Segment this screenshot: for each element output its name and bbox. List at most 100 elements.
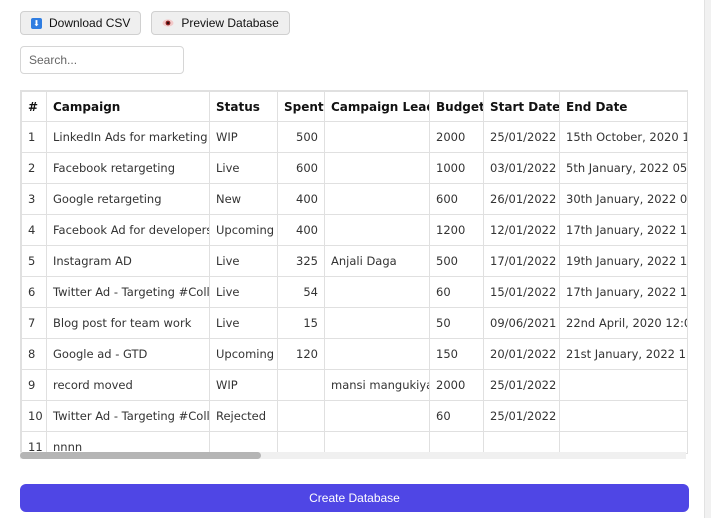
data-table-container[interactable]: # Campaign Status Spent Campaign Lead Bu… [20, 90, 688, 454]
table-row[interactable]: 2 Facebook retargeting Live 600 1000 03/01/20… [21, 152, 687, 184]
table-cell[interactable]: 120 [277, 338, 325, 370]
table-cell[interactable]: 19th January, 2022 12:C [559, 245, 687, 277]
table-row[interactable]: 8 Google ad - GTD Upcoming 120 150 20/01/2022… [21, 338, 687, 370]
table-cell[interactable]: Live [209, 307, 278, 339]
table-cell[interactable]: 1000 [429, 152, 484, 184]
create-database-button[interactable]: Create Database [20, 484, 689, 512]
table-cell[interactable]: 600 [429, 183, 484, 215]
column-header[interactable]: Spent [277, 91, 325, 122]
table-cell[interactable]: Instagram AD [46, 245, 210, 277]
table-row[interactable]: 11 nnnn [21, 431, 687, 453]
table-cell[interactable]: Twitter Ad - Targeting #Collat [46, 276, 210, 308]
table-cell[interactable]: 60 [429, 400, 484, 432]
table-cell[interactable]: 400 [277, 183, 325, 215]
table-cell[interactable]: Facebook Ad for developers [46, 214, 210, 246]
table-cell[interactable]: 15th October, 2020 12:( [559, 121, 687, 153]
table-row[interactable]: 6 Twitter Ad - Targeting #Collat Live 54 60 1… [21, 276, 687, 308]
table-cell[interactable]: 1200 [429, 214, 484, 246]
download-csv-button[interactable]: ⬇ Download CSV [20, 11, 142, 35]
table-cell[interactable]: 4 [21, 214, 47, 246]
table-cell[interactable] [559, 369, 687, 401]
table-cell[interactable]: 15/01/2022 [483, 276, 560, 308]
column-header[interactable]: End Date [559, 91, 687, 122]
column-header[interactable]: Campaign [46, 91, 210, 122]
table-cell[interactable] [324, 431, 430, 453]
table-cell[interactable]: 20/01/2022 [483, 338, 560, 370]
table-row[interactable]: 4 Facebook Ad for developers Upcoming 400 12… [21, 214, 687, 246]
table-cell[interactable]: 25/01/2022 [483, 121, 560, 153]
table-cell[interactable]: 17/01/2022 [483, 245, 560, 277]
column-header[interactable]: Start Date [483, 91, 560, 122]
table-cell[interactable]: 2000 [429, 369, 484, 401]
table-cell[interactable]: Twitter Ad - Targeting #Collat [46, 400, 210, 432]
table-cell[interactable] [277, 400, 325, 432]
table-cell[interactable]: 11 [21, 431, 47, 453]
table-cell[interactable]: Anjali Daga [324, 245, 430, 277]
table-cell[interactable] [559, 431, 687, 453]
table-cell[interactable]: 26/01/2022 [483, 183, 560, 215]
table-cell[interactable] [429, 431, 484, 453]
table-row[interactable]: 3 Google retargeting New 400 600 26/01/2022 30… [21, 183, 687, 215]
table-cell[interactable]: Rejected [209, 400, 278, 432]
table-cell[interactable] [324, 307, 430, 339]
column-header[interactable]: Budget [429, 91, 484, 122]
scrollbar-thumb[interactable] [20, 452, 261, 459]
table-cell[interactable] [324, 152, 430, 184]
table-cell[interactable] [559, 400, 687, 432]
table-cell[interactable]: 325 [277, 245, 325, 277]
table-cell[interactable]: 9 [21, 369, 47, 401]
table-cell[interactable]: Upcoming [209, 338, 278, 370]
table-row[interactable]: 1 LinkedIn Ads for marketing au WIP 500 2000… [21, 121, 687, 153]
table-cell[interactable]: 17th January, 2022 12:C [559, 276, 687, 308]
table-cell[interactable]: 03/01/2022 [483, 152, 560, 184]
table-cell[interactable]: 09/06/2021 [483, 307, 560, 339]
table-cell[interactable]: 22nd April, 2020 12:00 [559, 307, 687, 339]
table-cell[interactable]: 50 [429, 307, 484, 339]
table-cell[interactable]: 500 [429, 245, 484, 277]
table-cell[interactable]: 10 [21, 400, 47, 432]
table-cell[interactable]: Blog post for team work [46, 307, 210, 339]
table-cell[interactable] [277, 369, 325, 401]
table-cell[interactable] [277, 431, 325, 453]
table-cell[interactable]: Upcoming [209, 214, 278, 246]
column-header[interactable]: Campaign Lead [324, 91, 430, 122]
table-row[interactable]: 10 Twitter Ad - Targeting #Collat Rejected… [21, 400, 687, 432]
table-cell[interactable]: 12/01/2022 [483, 214, 560, 246]
table-cell[interactable]: Live [209, 245, 278, 277]
table-cell[interactable]: 3 [21, 183, 47, 215]
table-cell[interactable]: 2000 [429, 121, 484, 153]
table-cell[interactable]: 6 [21, 276, 47, 308]
table-cell[interactable]: 500 [277, 121, 325, 153]
table-cell[interactable]: Live [209, 276, 278, 308]
table-cell[interactable]: 1 [21, 121, 47, 153]
table-cell[interactable]: 5 [21, 245, 47, 277]
table-cell[interactable]: 5th January, 2022 05:0 [559, 152, 687, 184]
table-cell[interactable]: Live [209, 152, 278, 184]
table-cell[interactable]: 30th January, 2022 01: [559, 183, 687, 215]
table-cell[interactable]: Google ad - GTD [46, 338, 210, 370]
table-cell[interactable]: nnnn [46, 431, 210, 453]
table-cell[interactable]: WIP [209, 121, 278, 153]
table-cell[interactable] [324, 183, 430, 215]
table-cell[interactable] [324, 400, 430, 432]
table-cell[interactable]: 15 [277, 307, 325, 339]
table-cell[interactable]: 150 [429, 338, 484, 370]
table-cell[interactable]: Facebook retargeting [46, 152, 210, 184]
table-cell[interactable] [324, 214, 430, 246]
table-cell[interactable]: record moved [46, 369, 210, 401]
preview-database-button[interactable]: Preview Database [151, 11, 290, 35]
column-header[interactable]: Status [209, 91, 278, 122]
page-scrollbar[interactable] [704, 0, 711, 518]
table-cell[interactable]: 7 [21, 307, 47, 339]
table-cell[interactable]: 25/01/2022 [483, 400, 560, 432]
table-cell[interactable]: New [209, 183, 278, 215]
table-cell[interactable]: 60 [429, 276, 484, 308]
table-cell[interactable]: 54 [277, 276, 325, 308]
horizontal-scrollbar[interactable] [20, 452, 686, 459]
table-cell[interactable]: 400 [277, 214, 325, 246]
table-cell[interactable]: Google retargeting [46, 183, 210, 215]
table-cell[interactable]: 600 [277, 152, 325, 184]
table-cell[interactable]: 21st January, 2022 11:0( [559, 338, 687, 370]
table-cell[interactable]: WIP [209, 369, 278, 401]
table-cell[interactable] [483, 431, 560, 453]
